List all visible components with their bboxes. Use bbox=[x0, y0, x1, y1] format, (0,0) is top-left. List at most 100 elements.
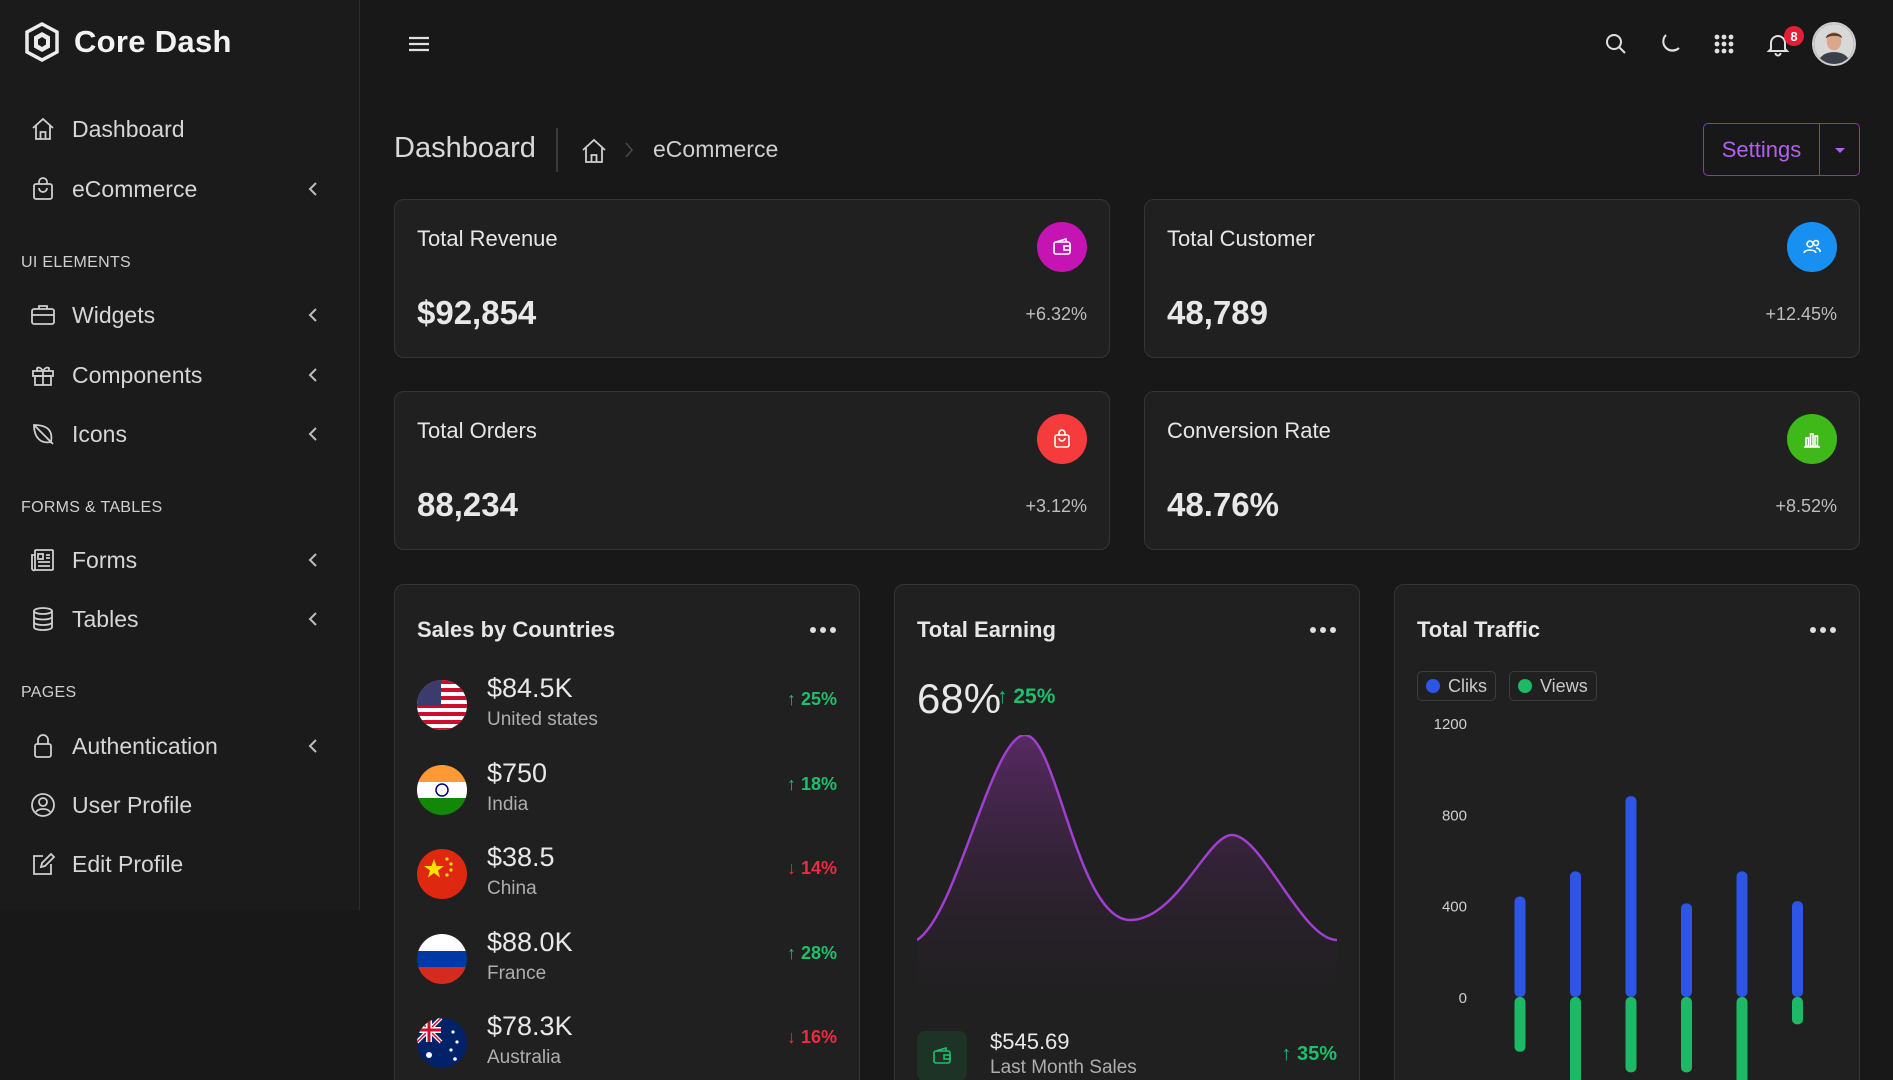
bar-chart-icon bbox=[1787, 414, 1837, 464]
australia-flag-icon bbox=[417, 1018, 467, 1068]
country-change: ↑ 25% bbox=[786, 689, 837, 709]
bar-cliks bbox=[1681, 903, 1692, 997]
breadcrumb-home-icon[interactable] bbox=[580, 136, 608, 166]
stat-value: $92,854 bbox=[417, 294, 537, 331]
y-tick-label: 0 bbox=[1459, 990, 1467, 1007]
breadcrumb-current: eCommerce bbox=[653, 136, 779, 162]
legend-views[interactable]: Views bbox=[1509, 671, 1597, 701]
stat-title: Total Revenue bbox=[417, 226, 558, 251]
china-flag-icon bbox=[417, 849, 467, 899]
legend-cliks[interactable]: Cliks bbox=[1417, 671, 1496, 701]
country-name: United states bbox=[487, 709, 598, 730]
more-options-icon[interactable] bbox=[1809, 625, 1837, 635]
stat-value: 48.76% bbox=[1167, 486, 1279, 523]
logo-icon bbox=[25, 22, 59, 62]
brand-name: Core Dash bbox=[74, 24, 232, 59]
stat-title: Conversion Rate bbox=[1167, 418, 1331, 443]
sidebar-item-widgets[interactable]: Widgets bbox=[28, 293, 328, 337]
country-name: Australia bbox=[487, 1047, 561, 1068]
bar-views bbox=[1514, 997, 1526, 1052]
more-options-icon[interactable] bbox=[809, 625, 837, 635]
bar-cliks bbox=[1625, 796, 1637, 997]
list-item: $750 India ↑ 18% bbox=[417, 758, 837, 820]
topbar: 8 bbox=[361, 0, 1893, 88]
country-amount: $88.0K bbox=[487, 927, 573, 957]
sales-by-countries-card: Sales by Countries $84.5K United states … bbox=[394, 584, 860, 1080]
country-amount: $750 bbox=[487, 758, 548, 788]
stat-title: Total Customer bbox=[1167, 226, 1315, 251]
sidebar-item-label: Dashboard bbox=[72, 115, 185, 142]
settings-dropdown-toggle[interactable] bbox=[1820, 124, 1859, 175]
earning-change: ↑ 25% bbox=[997, 685, 1056, 708]
sidebar-item-label: eCommerce bbox=[72, 175, 198, 202]
traffic-bar-chart: 12008004000-400 bbox=[1434, 716, 1803, 1080]
sidebar-item-forms[interactable]: Forms bbox=[28, 538, 328, 582]
search-icon[interactable] bbox=[1602, 30, 1632, 60]
country-amount: $38.5 bbox=[487, 842, 555, 872]
earning-area bbox=[917, 735, 1337, 985]
sidebar-item-tables[interactable]: Tables bbox=[28, 597, 328, 641]
sidebar-item-icons[interactable]: Icons bbox=[28, 412, 328, 456]
breadcrumb-separator-icon bbox=[625, 142, 633, 158]
menu-icon[interactable] bbox=[405, 30, 433, 58]
bar-cliks bbox=[1514, 896, 1526, 997]
stat-title: Total Orders bbox=[417, 418, 537, 443]
bar-views bbox=[1792, 997, 1803, 1025]
stat-value: 88,234 bbox=[417, 486, 518, 523]
list-item: $78.3K Australia ↓ 16% bbox=[417, 1011, 837, 1073]
sidebar-item-components[interactable]: Components bbox=[28, 353, 328, 397]
country-amount: $84.5K bbox=[487, 673, 573, 703]
sidebar-item-authentication[interactable]: Authentication bbox=[28, 724, 328, 768]
earning-percent: 68% bbox=[917, 675, 1002, 722]
home-icon bbox=[28, 114, 58, 144]
more-options-icon[interactable] bbox=[1309, 625, 1337, 635]
country-change: ↑ 28% bbox=[786, 943, 837, 963]
apps-grid-icon[interactable] bbox=[1710, 30, 1740, 60]
country-amount: $78.3K bbox=[487, 1011, 573, 1041]
country-name: France bbox=[487, 963, 547, 984]
list-item: $88.0K France ↑ 28% bbox=[417, 927, 837, 989]
bar-cliks bbox=[1736, 871, 1748, 997]
country-change: ↓ 16% bbox=[786, 1027, 837, 1047]
total-traffic-card: Total Traffic Cliks Views 12008004000-40… bbox=[1394, 584, 1860, 1080]
legend-label: Cliks bbox=[1448, 675, 1487, 696]
list-item: $84.5K United states ↑ 25% bbox=[417, 673, 837, 735]
edit-icon bbox=[28, 849, 58, 879]
chevron-left-icon bbox=[308, 612, 317, 626]
leaf-icon bbox=[28, 419, 58, 449]
bell-icon[interactable]: 8 bbox=[1764, 26, 1804, 60]
legend-dot bbox=[1426, 679, 1440, 693]
bar-views bbox=[1736, 997, 1748, 1080]
card-title: Total Earning bbox=[917, 617, 1056, 642]
brand[interactable]: Core Dash bbox=[24, 22, 232, 62]
country-change: ↑ 18% bbox=[786, 774, 837, 794]
sidebar-item-dashboard[interactable]: Dashboard bbox=[28, 107, 328, 151]
settings-button[interactable]: Settings bbox=[1704, 124, 1820, 175]
avatar[interactable] bbox=[1812, 22, 1856, 66]
stat-change: +3.12% bbox=[1025, 496, 1087, 516]
bar-cliks bbox=[1792, 901, 1803, 997]
arrow-up-icon: ↑ bbox=[786, 774, 801, 794]
stat-change: +8.52% bbox=[1775, 496, 1837, 516]
sidebar-item-label: Authentication bbox=[72, 732, 218, 759]
card-title: Sales by Countries bbox=[417, 617, 616, 642]
moon-icon[interactable] bbox=[1656, 30, 1686, 60]
section-pages: PAGES bbox=[21, 684, 77, 701]
bar-views bbox=[1681, 997, 1692, 1073]
arrow-down-icon: ↓ bbox=[786, 858, 801, 878]
sidebar-item-label: User Profile bbox=[72, 791, 193, 818]
sidebar-item-user-profile[interactable]: User Profile bbox=[28, 783, 328, 827]
chevron-left-icon bbox=[308, 427, 317, 441]
sidebar-item-ecommerce[interactable]: eCommerce bbox=[28, 167, 328, 211]
russia-flag-icon bbox=[417, 934, 467, 984]
chevron-left-icon bbox=[308, 182, 317, 196]
section-forms-tables: FORMS & TABLES bbox=[21, 499, 163, 516]
page-title: Dashboard bbox=[394, 132, 536, 164]
legend-dot bbox=[1518, 679, 1532, 693]
last-month-amount: $545.69 bbox=[990, 1029, 1070, 1054]
bar-views bbox=[1570, 997, 1581, 1080]
chevron-left-icon bbox=[308, 553, 317, 567]
shopping-bag-icon bbox=[1037, 414, 1087, 464]
arrow-up-icon: ↑ bbox=[1281, 1043, 1297, 1065]
sidebar-item-edit-profile[interactable]: Edit Profile bbox=[28, 842, 328, 886]
